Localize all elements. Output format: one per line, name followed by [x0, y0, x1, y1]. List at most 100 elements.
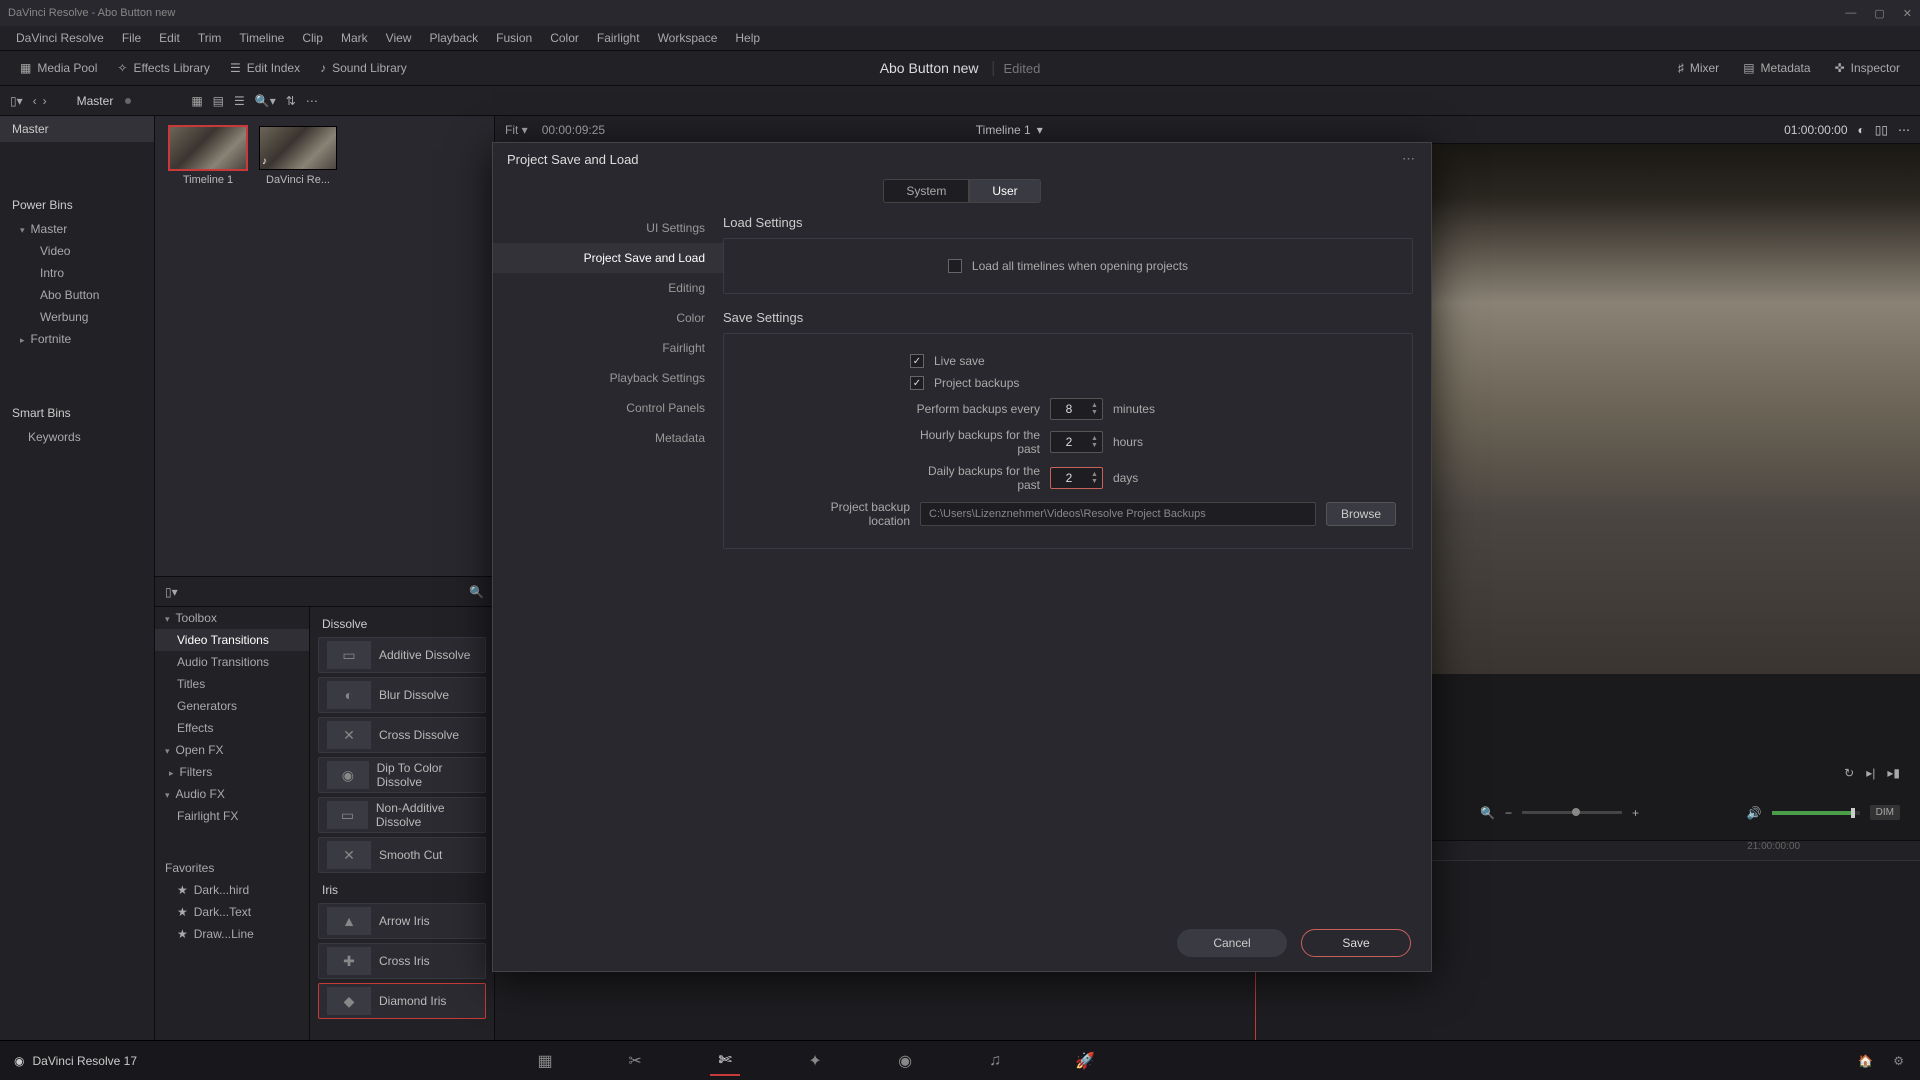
menu-file[interactable]: File	[114, 29, 149, 47]
bin-intro[interactable]: Intro	[0, 262, 154, 284]
zoom-search-icon[interactable]: 🔍	[1480, 806, 1495, 820]
fit-dropdown[interactable]: Fit ▾	[505, 123, 528, 137]
menu-fusion[interactable]: Fusion	[488, 29, 540, 47]
transition-item[interactable]: ✕Smooth Cut	[318, 837, 486, 873]
favorite-item[interactable]: ★Dark...Text	[155, 901, 309, 923]
load-all-checkbox[interactable]	[948, 259, 962, 273]
project-backups-checkbox[interactable]	[910, 376, 924, 390]
hourly-spinner[interactable]: ▲▼	[1050, 431, 1103, 453]
list-view-icon[interactable]: ☰	[234, 94, 245, 108]
color-page-icon[interactable]: ◉	[890, 1046, 920, 1076]
inspector-button[interactable]: ✜Inspector	[1825, 57, 1910, 79]
transition-item[interactable]: ▭Additive Dissolve	[318, 637, 486, 673]
transition-item[interactable]: ◆Diamond Iris	[318, 983, 486, 1019]
hourly-input[interactable]	[1051, 435, 1087, 449]
fusion-page-icon[interactable]: ✦	[800, 1046, 830, 1076]
nav-control-panels[interactable]: Control Panels	[493, 393, 723, 423]
dialog-options-icon[interactable]: ⋯	[1402, 151, 1417, 167]
fx-openfx[interactable]: Open FX	[155, 739, 309, 761]
cancel-button[interactable]: Cancel	[1177, 929, 1287, 957]
menu-workspace[interactable]: Workspace	[650, 29, 726, 47]
sound-library-button[interactable]: ♪Sound Library	[310, 57, 417, 79]
bin-fortnite[interactable]: Fortnite	[0, 328, 154, 350]
settings-gear-icon[interactable]: ⚙	[1893, 1054, 1904, 1068]
favorite-item[interactable]: ★Draw...Line	[155, 923, 309, 945]
menu-clip[interactable]: Clip	[294, 29, 331, 47]
volume-slider[interactable]	[1772, 811, 1860, 815]
nav-editing[interactable]: Editing	[493, 273, 723, 303]
bin-video[interactable]: Video	[0, 240, 154, 262]
daily-spinner[interactable]: ▲▼	[1050, 467, 1103, 489]
menu-edit[interactable]: Edit	[151, 29, 188, 47]
spin-down-icon[interactable]: ▼	[1091, 442, 1098, 449]
search-icon[interactable]: 🔍	[469, 585, 484, 599]
chevron-down-icon[interactable]: ▾	[1037, 123, 1043, 137]
nav-back-icon[interactable]: ‹	[33, 94, 37, 108]
tab-system[interactable]: System	[883, 179, 969, 203]
menu-trim[interactable]: Trim	[190, 29, 230, 47]
media-page-icon[interactable]: ▦	[530, 1046, 560, 1076]
fx-filters[interactable]: Filters	[155, 761, 309, 783]
smart-keywords[interactable]: Keywords	[0, 426, 154, 448]
panel-menu-icon[interactable]: ▯▾	[10, 94, 23, 108]
transition-item[interactable]: ▲Arrow Iris	[318, 903, 486, 939]
edit-page-icon[interactable]: ✄	[710, 1046, 740, 1076]
menu-view[interactable]: View	[378, 29, 420, 47]
bin-abo-button[interactable]: Abo Button	[0, 284, 154, 306]
daily-input[interactable]	[1051, 471, 1087, 485]
nav-color[interactable]: Color	[493, 303, 723, 333]
menu-fairlight[interactable]: Fairlight	[589, 29, 648, 47]
spin-down-icon[interactable]: ▼	[1091, 409, 1098, 416]
fairlight-page-icon[interactable]: ♫	[980, 1046, 1010, 1076]
strip-view-icon[interactable]: ▤	[213, 94, 224, 108]
volume-icon[interactable]: 🔊	[1747, 806, 1762, 820]
power-master[interactable]: Master	[0, 218, 154, 240]
options-icon[interactable]: ⋯	[306, 94, 318, 108]
menu-playback[interactable]: Playback	[421, 29, 486, 47]
fx-effects[interactable]: Effects	[155, 717, 309, 739]
menu-davinci[interactable]: DaVinci Resolve	[8, 29, 112, 47]
live-save-checkbox[interactable]	[910, 354, 924, 368]
spin-down-icon[interactable]: ▼	[1091, 478, 1098, 485]
nav-fairlight[interactable]: Fairlight	[493, 333, 723, 363]
fx-audiofx[interactable]: Audio FX	[155, 783, 309, 805]
clip-thumb[interactable]: Timeline 1	[169, 126, 247, 186]
home-icon[interactable]: 🏠	[1858, 1054, 1873, 1068]
nav-project-save[interactable]: Project Save and Load	[493, 243, 723, 273]
backup-interval-spinner[interactable]: ▲▼	[1050, 398, 1103, 420]
next-icon[interactable]: ▸|	[1866, 766, 1875, 780]
bin-werbung[interactable]: Werbung	[0, 306, 154, 328]
panel-layout-icon[interactable]: ▯▾	[165, 585, 178, 599]
minimize-icon[interactable]: —	[1845, 7, 1856, 20]
zoom-out-icon[interactable]: −	[1505, 806, 1512, 820]
transition-item[interactable]: ✚Cross Iris	[318, 943, 486, 979]
dim-button[interactable]: DIM	[1870, 805, 1900, 820]
clip-thumb[interactable]: ♪ DaVinci Re...	[259, 126, 337, 186]
fx-fairlight-fx[interactable]: Fairlight FX	[155, 805, 309, 827]
nav-ui-settings[interactable]: UI Settings	[493, 213, 723, 243]
favorite-item[interactable]: ★Dark...hird	[155, 879, 309, 901]
sort-icon[interactable]: ⇅	[286, 94, 296, 108]
zoom-slider[interactable]	[1522, 811, 1622, 814]
fx-video-transitions[interactable]: Video Transitions	[155, 629, 309, 651]
timeline-selector[interactable]: Timeline 1	[976, 123, 1031, 137]
master-bin[interactable]: Master	[0, 116, 154, 142]
fx-titles[interactable]: Titles	[155, 673, 309, 695]
mixer-button[interactable]: ♯Mixer	[1668, 57, 1729, 79]
menu-color[interactable]: Color	[542, 29, 587, 47]
thumbnail-view-icon[interactable]: ▦	[191, 94, 202, 108]
bypass-icon[interactable]: ◐	[1858, 123, 1865, 137]
metadata-button[interactable]: ▤Metadata	[1733, 57, 1820, 79]
browse-button[interactable]: Browse	[1326, 502, 1396, 526]
spin-up-icon[interactable]: ▲	[1091, 402, 1098, 409]
spin-up-icon[interactable]: ▲	[1091, 471, 1098, 478]
transition-item[interactable]: ◉Dip To Color Dissolve	[318, 757, 486, 793]
breadcrumb[interactable]: Master	[77, 94, 114, 108]
menu-timeline[interactable]: Timeline	[231, 29, 292, 47]
edit-index-button[interactable]: ☰Edit Index	[220, 57, 310, 79]
menu-mark[interactable]: Mark	[333, 29, 376, 47]
deliver-page-icon[interactable]: 🚀	[1070, 1046, 1100, 1076]
save-button[interactable]: Save	[1301, 929, 1411, 957]
dual-viewer-icon[interactable]: ▯▯	[1875, 123, 1888, 137]
nav-fwd-icon[interactable]: ›	[43, 94, 47, 108]
